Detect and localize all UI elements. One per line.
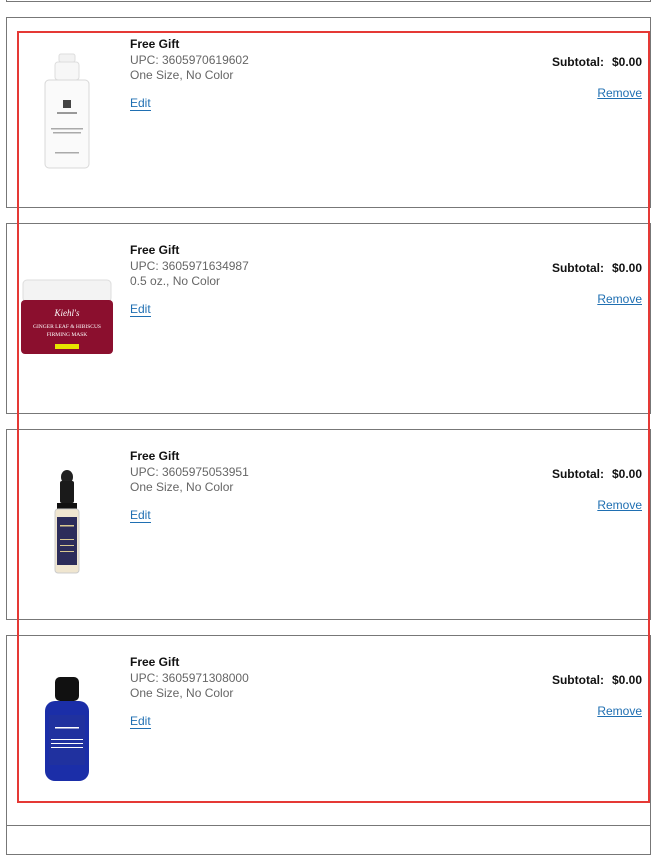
subtotal-label: Subtotal: xyxy=(551,55,604,69)
cart-item: Kiehl's GINGER LEAF & HIBISCUS FIRMING M… xyxy=(6,223,651,414)
jar-line2-text: FIRMING MASK xyxy=(47,332,88,338)
remove-link[interactable]: Remove xyxy=(597,498,642,512)
subtotal-value: $0.00 xyxy=(611,261,642,275)
item-subtotal: Subtotal: $0.00 xyxy=(552,55,642,69)
item-variant: One Size, No Color xyxy=(130,68,234,82)
subtotal-value: $0.00 xyxy=(611,55,642,69)
subtotal-label: Subtotal: xyxy=(551,673,604,687)
item-title: Free Gift xyxy=(130,655,180,669)
previous-cart-item xyxy=(6,0,651,2)
edit-link[interactable]: Edit xyxy=(130,715,151,729)
item-upc: UPC: 3605971308000 xyxy=(130,671,249,685)
subtotal-value: $0.00 xyxy=(611,467,642,481)
remove-link[interactable]: Remove xyxy=(597,86,642,100)
item-upc: UPC: 3605970619602 xyxy=(130,53,249,67)
item-subtotal: Subtotal: $0.00 xyxy=(552,261,642,275)
item-title: Free Gift xyxy=(130,449,180,463)
subtotal-value: $0.00 xyxy=(611,673,642,687)
subtotal-label: Subtotal: xyxy=(551,467,604,481)
product-image: Kiehl's GINGER LEAF & HIBISCUS FIRMING M… xyxy=(17,238,117,398)
item-subtotal: Subtotal: $0.00 xyxy=(552,673,642,687)
item-variant: 0.5 oz., No Color xyxy=(130,274,221,288)
firming-mask-jar-image: Kiehl's GINGER LEAF & HIBISCUS FIRMING M… xyxy=(21,279,113,354)
edit-link[interactable]: Edit xyxy=(130,97,151,111)
item-variant: One Size, No Color xyxy=(130,480,234,494)
product-image xyxy=(17,444,117,604)
item-variant: One Size, No Color xyxy=(130,686,234,700)
remove-link[interactable]: Remove xyxy=(597,292,642,306)
serum-pump-bottle-image xyxy=(44,53,90,169)
item-upc: UPC: 3605975053951 xyxy=(130,465,249,479)
item-title: Free Gift xyxy=(130,37,180,51)
item-subtotal: Subtotal: $0.00 xyxy=(552,467,642,481)
product-image xyxy=(17,650,117,810)
product-image xyxy=(17,32,117,192)
edit-link[interactable]: Edit xyxy=(130,303,151,317)
subtotal-label: Subtotal: xyxy=(551,261,604,275)
edit-link[interactable]: Edit xyxy=(130,509,151,523)
cleansing-oil-bottle-image xyxy=(45,677,89,781)
dropper-bottle-image xyxy=(54,470,80,574)
remove-link[interactable]: Remove xyxy=(597,704,642,718)
cart-item: Free Gift UPC: 3605971308000 One Size, N… xyxy=(6,635,651,826)
cart-item: Free Gift UPC: 3605970619602 One Size, N… xyxy=(6,17,651,208)
jar-brand-text: Kiehl's xyxy=(54,308,80,318)
jar-line1-text: GINGER LEAF & HIBISCUS xyxy=(33,324,101,330)
cart-item: Free Gift UPC: 3605975053951 One Size, N… xyxy=(6,429,651,620)
item-title: Free Gift xyxy=(130,243,180,257)
next-cart-item xyxy=(6,825,651,855)
item-upc: UPC: 3605971634987 xyxy=(130,259,249,273)
